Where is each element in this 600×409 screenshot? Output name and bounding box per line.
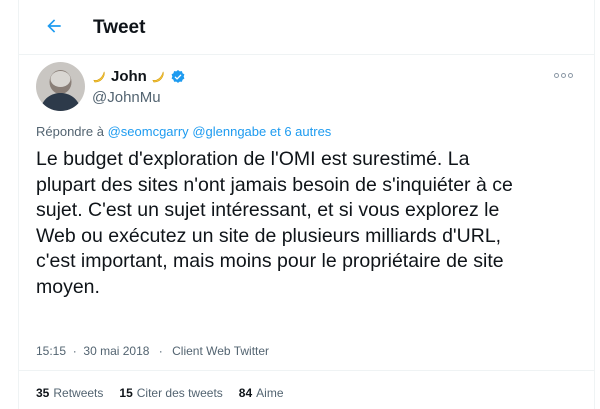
dot-separator: · xyxy=(158,344,163,358)
banana-icon xyxy=(152,71,164,83)
reply-mention-link[interactable]: @glenngabe xyxy=(192,124,266,139)
tweet-date[interactable]: 30 mai 2018 xyxy=(83,344,149,358)
likes-label: Aime xyxy=(256,386,284,400)
author-handle[interactable]: @JohnMu xyxy=(92,89,161,106)
reply-others-link[interactable]: et 6 autres xyxy=(270,124,331,139)
back-button[interactable] xyxy=(39,11,69,41)
reply-mention-link[interactable]: @seomcgarry xyxy=(108,124,189,139)
tweet-text-line: sujet. C'est un sujet intéressant, et si… xyxy=(36,199,500,221)
tweet-metadata: 15:15 · 30 mai 2018 · Client Web Twitter xyxy=(36,344,269,358)
column-left-border xyxy=(18,0,19,409)
column-right-border xyxy=(594,0,595,409)
avatar-photo-icon xyxy=(36,62,85,111)
quotes-stat[interactable]: 15 Citer des tweets xyxy=(119,386,222,400)
likes-stat[interactable]: 84 Aime xyxy=(239,386,284,400)
divider xyxy=(19,370,594,371)
page-title: Tweet xyxy=(93,17,146,38)
author-name[interactable]: John xyxy=(111,68,147,85)
author-name-row[interactable]: John xyxy=(92,68,186,85)
tweet-time[interactable]: 15:15 xyxy=(36,344,66,358)
retweets-label: Retweets xyxy=(53,386,104,400)
verified-badge-icon xyxy=(171,69,185,83)
time-date-separator: · xyxy=(69,344,81,358)
tweet-text: Le budget d'exploration de l'OMI est sur… xyxy=(36,147,556,300)
likes-count: 84 xyxy=(238,386,253,400)
back-arrow-icon xyxy=(47,19,61,33)
more-options-icon[interactable] xyxy=(552,68,574,82)
avatar[interactable] xyxy=(36,62,85,111)
quotes-label: Citer des tweets xyxy=(136,386,223,400)
tweet-stats: 35 Retweets 15 Citer des tweets 84 Aime xyxy=(36,386,284,400)
retweets-count: 35 xyxy=(36,386,50,400)
reply-context: Répondre à @seomcgarry @glenngabe et 6 a… xyxy=(36,124,331,139)
top-header: Tweet xyxy=(19,0,594,55)
tweet-text-line: Web ou exécutez un site de plusieurs mil… xyxy=(36,224,502,247)
quotes-count: 15 xyxy=(119,386,133,400)
tweet-text-line: moyen. xyxy=(36,275,100,298)
reply-prefix: Répondre à xyxy=(36,124,104,139)
tweet-text-line: plupart des sites n'ont jamais besoin de… xyxy=(36,173,513,196)
tweet-source[interactable]: Client Web Twitter xyxy=(172,344,269,358)
tweet-page: Tweet John @JohnMu Répondre à @seomcgarr… xyxy=(0,0,600,409)
banana-icon xyxy=(93,71,105,83)
tweet-text-line: c'est important, mais moins pour le prop… xyxy=(36,250,504,272)
retweets-stat[interactable]: 35 Retweets xyxy=(36,386,103,400)
tweet-text-line: Le budget d'exploration de l'OMI est sur… xyxy=(36,148,470,170)
